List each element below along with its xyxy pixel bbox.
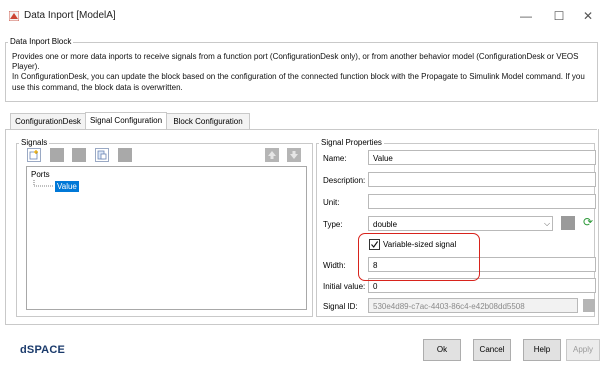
unit-label: Unit: <box>323 198 340 207</box>
tab-signal-configuration[interactable]: Signal Configuration <box>85 112 167 130</box>
unit-field[interactable] <box>368 194 596 209</box>
signals-group-legend: Signals <box>19 138 50 147</box>
close-button[interactable]: ✕ <box>574 6 602 26</box>
width-label: Width: <box>323 261 346 270</box>
tree-connector <box>33 180 53 187</box>
description-label: Description: <box>323 176 366 185</box>
signal-id-button[interactable] <box>583 299 595 312</box>
properties-icon[interactable] <box>118 148 132 162</box>
apply-button[interactable]: Apply <box>566 339 600 361</box>
type-select-value: double <box>373 220 398 229</box>
window-title: Data Inport [ModelA] <box>24 10 116 21</box>
dspace-logo: dSPACE <box>20 344 66 356</box>
tab-configurationdesk[interactable]: ConfigurationDesk <box>10 113 86 129</box>
delete-signal-icon[interactable] <box>50 148 64 162</box>
highlight-annotation <box>358 233 480 281</box>
tab-block-configuration[interactable]: Block Configuration <box>166 113 250 129</box>
signal-id-field: 530e4d89-c7ac-4403-86c4-e42b08dd5508 <box>368 298 578 313</box>
type-select[interactable]: double <box>368 216 553 231</box>
signal-id-label: Signal ID: <box>323 302 358 311</box>
maximize-button[interactable]: ☐ <box>545 6 573 26</box>
block-description: Provides one or more data inports to rec… <box>12 52 585 92</box>
paste-signal-icon[interactable] <box>95 148 109 162</box>
tree-item-value[interactable]: Value <box>55 181 79 192</box>
description-field[interactable] <box>368 172 596 187</box>
ok-button[interactable]: Ok <box>423 339 461 361</box>
move-up-icon[interactable] <box>265 148 279 162</box>
move-down-icon[interactable] <box>287 148 301 162</box>
app-icon <box>9 11 19 21</box>
cancel-button[interactable]: Cancel <box>473 339 511 361</box>
minimize-button[interactable]: — <box>512 6 540 26</box>
properties-group-legend: Signal Properties <box>319 138 384 147</box>
block-group-legend: Data Inport Block <box>8 37 74 46</box>
type-label: Type: <box>323 220 343 229</box>
help-button[interactable]: Help <box>523 339 561 361</box>
name-label: Name: <box>323 154 347 163</box>
type-browse-icon[interactable] <box>561 216 575 230</box>
refresh-icon[interactable]: ⟳ <box>581 215 595 230</box>
chevron-down-icon[interactable]: ⌵ <box>541 217 553 230</box>
name-field[interactable]: Value <box>368 150 596 165</box>
add-signal-icon[interactable] <box>27 148 41 162</box>
tree-root-ports[interactable]: Ports <box>31 170 50 179</box>
initial-value-label: Initial value: <box>323 282 366 291</box>
copy-signal-icon[interactable] <box>72 148 86 162</box>
